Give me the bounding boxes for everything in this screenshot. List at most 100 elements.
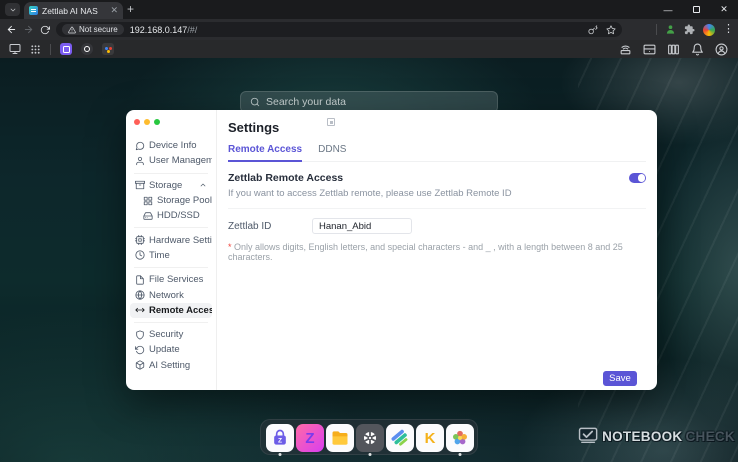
docs-stripes-icon xyxy=(390,428,410,448)
browser-titlebar: Zettlab AI NAS ✕ + — ✕ xyxy=(0,0,738,19)
tab-ddns[interactable]: DDNS xyxy=(318,144,346,161)
not-secure-label: Not secure xyxy=(79,25,118,34)
taskbar-photos-icon[interactable] xyxy=(102,43,114,55)
sidebar-item-user-management[interactable]: User Management xyxy=(130,153,212,168)
topbar-separator xyxy=(50,44,51,55)
device-status-icon[interactable] xyxy=(619,43,632,56)
password-key-icon[interactable] xyxy=(588,25,598,35)
page-title: Settings xyxy=(228,120,646,135)
window-maximize-button[interactable] xyxy=(682,0,710,19)
extension-green-icon[interactable] xyxy=(665,24,676,35)
window-minimize-button[interactable]: — xyxy=(654,0,682,19)
cpu-icon xyxy=(135,235,145,245)
dialog-minimize-button[interactable] xyxy=(144,119,150,125)
profile-avatar[interactable] xyxy=(703,24,715,36)
notebookcheck-logo-icon xyxy=(578,427,600,445)
sidebar-divider xyxy=(134,322,208,323)
desktop-icon[interactable] xyxy=(9,43,21,55)
tab-title: Zettlab AI NAS xyxy=(42,6,106,16)
globe-icon xyxy=(135,290,145,300)
screen: Zettlab AI NAS ✕ + — ✕ Not secure 192.16… xyxy=(0,0,738,462)
url-text: 192.168.0.147/#/ xyxy=(130,25,198,35)
remote-access-icon xyxy=(135,305,145,315)
folder-icon xyxy=(330,428,350,448)
dock-photos[interactable] xyxy=(446,424,474,456)
new-tab-button[interactable]: + xyxy=(127,3,134,16)
app-center-bag-icon: Z xyxy=(270,428,290,448)
update-refresh-icon xyxy=(135,345,145,355)
validation-note: * Only allows digits, English letters, a… xyxy=(228,242,646,262)
dock-k-app[interactable]: K xyxy=(416,424,444,456)
dock-docs[interactable] xyxy=(386,424,414,456)
bookmark-star-icon[interactable] xyxy=(606,25,616,35)
dock: Z Z xyxy=(260,419,478,455)
sidebar-item-hardware-settings[interactable]: Hardware Settings xyxy=(130,232,212,247)
task-panel-icon[interactable] xyxy=(643,43,656,56)
sidebar-item-device-info[interactable]: Device Info xyxy=(130,138,212,153)
notifications-bell-icon[interactable] xyxy=(691,43,704,56)
save-button[interactable]: Save xyxy=(603,371,637,386)
sidebar-item-update[interactable]: Update xyxy=(130,342,212,357)
sidebar-item-time[interactable]: Time xyxy=(130,248,212,263)
search-icon xyxy=(250,97,260,107)
forward-button[interactable] xyxy=(23,24,34,35)
sidebar-item-security[interactable]: Security xyxy=(130,327,212,342)
dialog-zoom-button[interactable] xyxy=(154,119,160,125)
not-secure-badge[interactable]: Not secure xyxy=(62,24,124,35)
running-indicator xyxy=(459,453,462,456)
file-icon xyxy=(135,275,145,285)
zettlab-id-input[interactable] xyxy=(312,218,412,234)
taskbar-zettlab-icon[interactable] xyxy=(60,43,72,55)
sidebar-item-storage-pool[interactable]: Storage Pool xyxy=(130,193,212,208)
dock-files[interactable] xyxy=(326,424,354,456)
package-icon xyxy=(135,360,145,370)
running-indicator xyxy=(279,453,282,456)
dock-settings[interactable] xyxy=(356,424,384,456)
extensions-puzzle-icon[interactable] xyxy=(684,24,695,35)
tab-search-button[interactable] xyxy=(5,3,20,16)
tab-remote-access[interactable]: Remote Access xyxy=(228,144,302,162)
settings-tabs: Remote Access DDNS xyxy=(228,144,646,162)
grid-icon xyxy=(143,196,153,206)
sidebar-item-file-services[interactable]: File Services xyxy=(130,272,212,287)
back-button[interactable] xyxy=(6,24,17,35)
watermark-text-check: CHECK xyxy=(685,429,735,444)
taskbar-settings-icon[interactable] xyxy=(81,43,93,55)
toolbar-separator xyxy=(656,24,657,35)
dock-zettlab[interactable]: Z xyxy=(296,424,324,456)
chevron-up-icon[interactable] xyxy=(199,181,207,189)
photos-flower-icon xyxy=(450,428,470,448)
dock-app-center[interactable]: Z xyxy=(266,424,294,456)
dialog-close-button[interactable] xyxy=(134,119,140,125)
settings-dialog: Device Info User Management Storage Stor… xyxy=(126,110,657,390)
address-bar[interactable]: Not secure 192.168.0.147/#/ xyxy=(56,22,622,37)
extensions-area: ⋮ xyxy=(656,21,734,38)
chevron-down-icon xyxy=(9,6,17,14)
gear-aperture-icon xyxy=(361,429,379,447)
sidebar-divider xyxy=(134,267,208,268)
sidebar-group-storage[interactable]: Storage xyxy=(130,178,212,193)
clock-icon xyxy=(135,250,145,260)
refresh-button[interactable] xyxy=(40,25,50,35)
sidebar-item-hdd-ssd[interactable]: HDD/SSD xyxy=(130,208,212,223)
app-grid-icon[interactable] xyxy=(30,44,41,55)
settings-main-panel: Settings Remote Access DDNS Zettlab Remo… xyxy=(217,110,657,390)
nas-topbar xyxy=(0,40,738,58)
browser-tab[interactable]: Zettlab AI NAS ✕ xyxy=(24,2,123,19)
user-account-icon[interactable] xyxy=(715,43,728,56)
remote-access-toggle[interactable] xyxy=(629,173,646,183)
sidebar-item-network[interactable]: Network xyxy=(130,287,212,302)
sidebar-divider xyxy=(134,173,208,174)
dialog-traffic-lights xyxy=(126,117,216,127)
widgets-columns-icon[interactable] xyxy=(667,43,680,56)
sidebar-item-remote-access[interactable]: Remote Access xyxy=(130,303,212,318)
warning-icon xyxy=(68,26,76,34)
sidebar-item-ai-setting[interactable]: AI Setting xyxy=(130,358,212,373)
storage-box-icon xyxy=(135,180,145,190)
browser-toolbar: Not secure 192.168.0.147/#/ ⋮ xyxy=(0,19,738,40)
browser-menu-icon[interactable]: ⋮ xyxy=(723,24,734,35)
hard-drive-icon xyxy=(143,211,153,221)
window-close-button[interactable]: ✕ xyxy=(710,0,738,19)
tab-close-icon[interactable]: ✕ xyxy=(110,6,118,15)
sidebar-divider xyxy=(134,227,208,228)
